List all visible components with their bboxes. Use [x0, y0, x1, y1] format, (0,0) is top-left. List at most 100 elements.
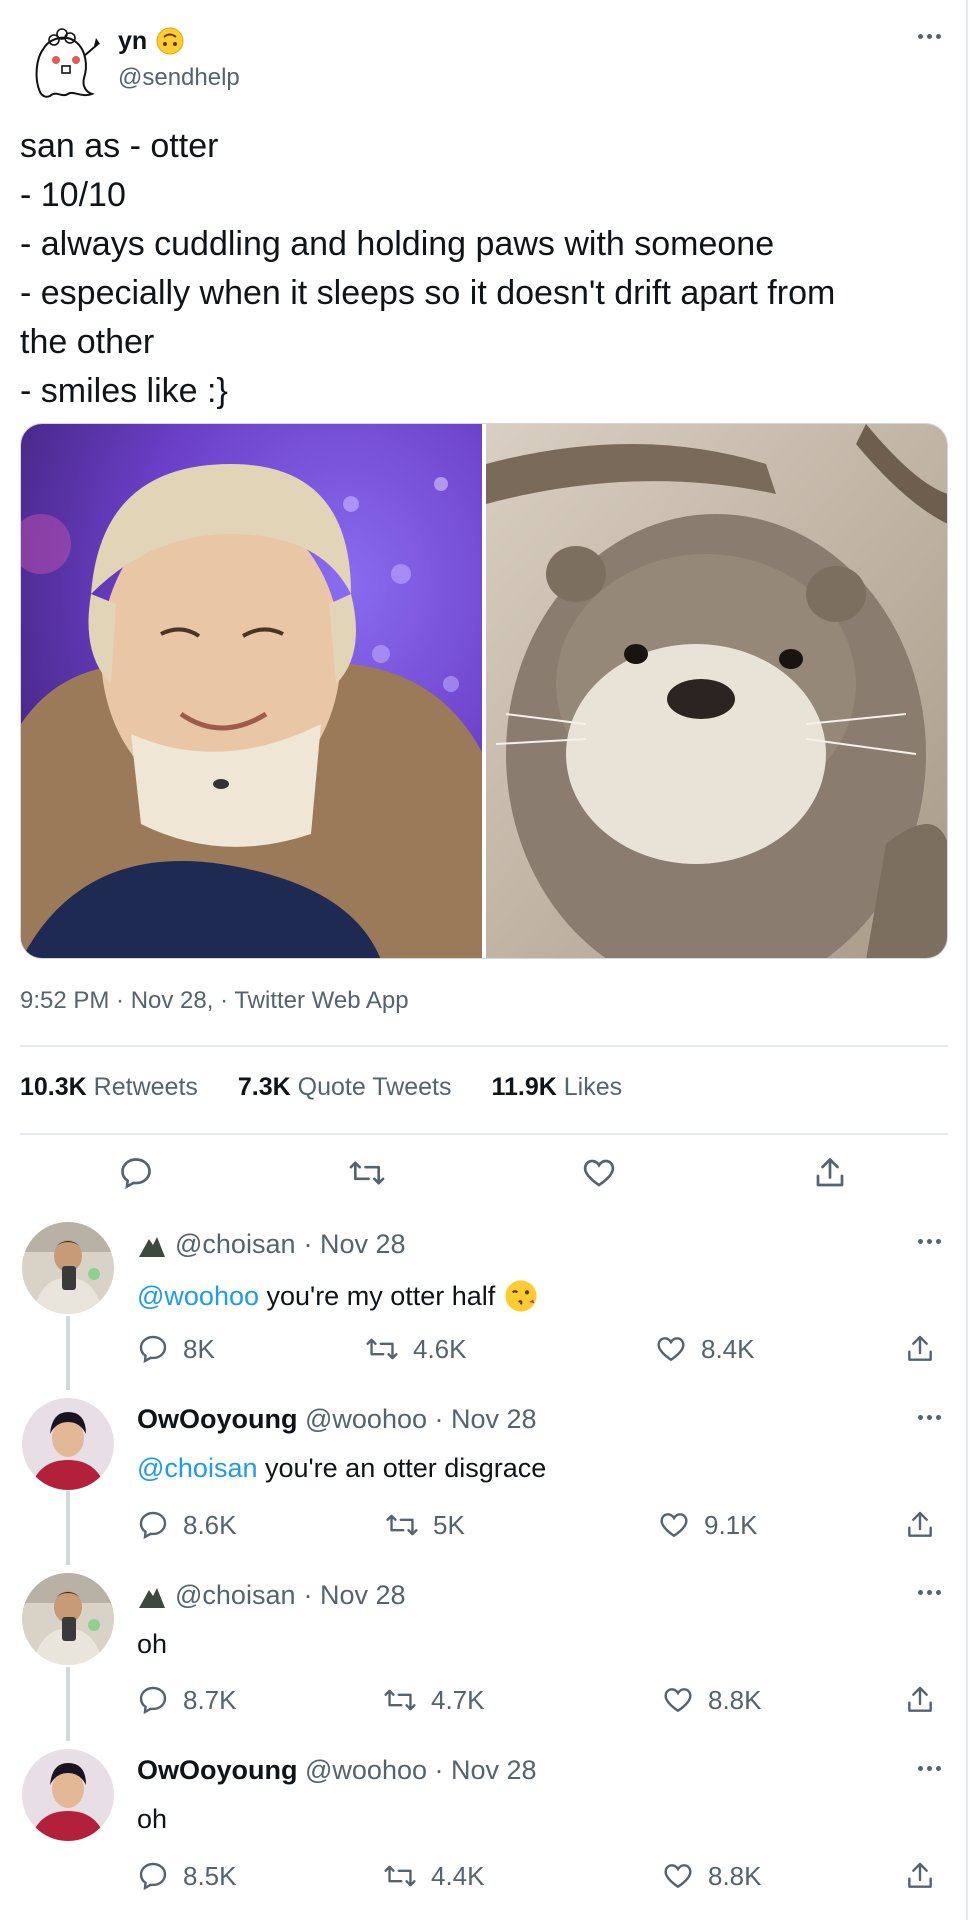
share-button[interactable] [904, 1333, 936, 1365]
reply-body: you're an otter disgrace [257, 1453, 547, 1483]
share-button[interactable] [904, 1860, 936, 1892]
reply-icon [139, 1686, 167, 1715]
like-count-value: 8.4K [701, 1333, 755, 1364]
author-handle[interactable]: @sendhelp [118, 64, 240, 92]
reply-handle[interactable]: @choisan [175, 1229, 295, 1260]
reply-icon [121, 1158, 151, 1189]
reply-count[interactable]: 8.7K [137, 1684, 237, 1716]
author-avatar[interactable] [22, 18, 104, 100]
more-icon[interactable] [918, 1590, 941, 1595]
retweets-stat[interactable]: 10.3K Retweets [20, 1073, 198, 1102]
reply-date[interactable]: · Nov 28 [303, 1229, 405, 1260]
reply-icon [139, 1862, 167, 1891]
retweet-count[interactable]: 4.4K [383, 1860, 485, 1892]
reply-date[interactable]: · Nov 28 [303, 1580, 405, 1611]
reply-handle[interactable]: @woohoo [305, 1755, 427, 1785]
avatar-illustration [22, 1749, 114, 1841]
reply-count-value: 8.6K [183, 1509, 237, 1540]
upside-down-face-emoji [156, 27, 184, 55]
reply-avatar[interactable] [22, 1222, 114, 1314]
retweets-label: Retweets [93, 1073, 198, 1101]
mountain-icon [139, 1236, 165, 1257]
photo-otter[interactable] [486, 424, 947, 958]
retweet-count-value: 4.7K [431, 1684, 485, 1715]
share-button[interactable] [904, 1684, 936, 1716]
reply-name[interactable]: OwOoyoung [137, 1755, 297, 1785]
reply-count-value: 8.5K [183, 1860, 237, 1891]
reply-text: @woohoo you're my otter half [137, 1278, 539, 1314]
photo-person[interactable] [21, 424, 483, 958]
likes-label: Likes [563, 1073, 623, 1101]
thread-line [66, 1667, 70, 1741]
person-illustration [21, 424, 483, 958]
reply-date[interactable]: · Nov 28 [435, 1404, 537, 1434]
like-count[interactable]: 8.8K [662, 1684, 762, 1716]
tweet-text: san as - otter - 10/10 - always cuddling… [20, 122, 835, 416]
mountain-icon [139, 1587, 165, 1608]
reply-icon [139, 1511, 167, 1540]
mention-link[interactable]: @choisan [137, 1453, 257, 1483]
reply-count[interactable]: 8.5K [137, 1860, 237, 1892]
more-icon[interactable] [918, 1766, 941, 1771]
reply-name[interactable]: OwOoyoung [137, 1404, 297, 1434]
tweet-line: - smiles like :} [20, 372, 228, 410]
share-button[interactable] [812, 1155, 848, 1191]
like-button[interactable] [580, 1155, 618, 1191]
otter-illustration [486, 424, 947, 958]
like-count-value: 9.1K [704, 1509, 758, 1540]
reply-count[interactable]: 8K [137, 1333, 215, 1365]
tweet-line: san as - otter [20, 127, 219, 165]
mention-link[interactable]: @woohoo [137, 1281, 259, 1312]
more-icon[interactable] [918, 34, 941, 39]
retweet-count[interactable]: 4.7K [383, 1684, 485, 1716]
reply-handle[interactable]: @woohoo [305, 1404, 427, 1434]
reply-text: @choisan you're an otter disgrace [137, 1453, 546, 1484]
tweet-timestamp[interactable]: 9:52 PM · Nov 28, · Twitter Web App [20, 987, 409, 1015]
retweet-count[interactable]: 5K [385, 1509, 465, 1541]
reply-count-value: 8.7K [183, 1684, 237, 1715]
like-count[interactable]: 8.8K [662, 1860, 762, 1892]
reply-count[interactable]: 8.6K [137, 1509, 237, 1541]
like-icon [583, 1159, 615, 1187]
quotes-label: Quote Tweets [297, 1073, 452, 1101]
reply-avatar[interactable] [22, 1749, 114, 1841]
tweet-line: - especially when it sleeps so it doesn'… [20, 274, 836, 312]
reply-text: oh [137, 1804, 167, 1835]
reply-count-value: 8K [183, 1333, 215, 1364]
like-count[interactable]: 8.4K [655, 1333, 755, 1365]
more-icon[interactable] [918, 1415, 941, 1420]
reply-button[interactable] [118, 1155, 154, 1191]
retweet-icon [366, 1338, 398, 1360]
reply-body: oh [137, 1629, 168, 1659]
tweet-line: - always cuddling and holding paws with … [20, 225, 775, 263]
reply-avatar[interactable] [22, 1398, 114, 1490]
share-icon [908, 1335, 932, 1361]
more-icon[interactable] [918, 1239, 941, 1244]
reply-header: OwOoyoung @woohoo · Nov 28 [137, 1755, 537, 1786]
tweet-media[interactable] [20, 423, 948, 959]
like-icon [664, 1864, 692, 1889]
thread-line [66, 1491, 70, 1565]
avatar-illustration [22, 1398, 114, 1490]
reply-handle[interactable]: @choisan [175, 1580, 295, 1611]
tweet-line: - 10/10 [20, 176, 126, 214]
retweet-count[interactable]: 4.6K [365, 1333, 467, 1365]
share-button[interactable] [904, 1509, 936, 1541]
avatar-illustration [22, 1222, 114, 1314]
share-icon [816, 1158, 844, 1187]
reply-header: @choisan · Nov 28 [137, 1580, 406, 1611]
author-name-row[interactable]: yn [118, 26, 185, 56]
like-icon [664, 1688, 692, 1713]
divider [20, 1045, 948, 1047]
retweet-count-value: 4.6K [413, 1333, 467, 1364]
reply-header: @choisan · Nov 28 [137, 1229, 406, 1260]
quotes-stat[interactable]: 7.3K Quote Tweets [238, 1073, 452, 1102]
kiss-emoji [505, 1280, 537, 1312]
like-count[interactable]: 9.1K [658, 1509, 758, 1541]
reply-avatar[interactable] [22, 1573, 114, 1665]
reply-body: oh [137, 1804, 168, 1834]
reply-date[interactable]: · Nov 28 [435, 1755, 537, 1785]
likes-stat[interactable]: 11.9K Likes [491, 1073, 622, 1102]
retweets-count: 10.3K [20, 1073, 87, 1101]
retweet-button[interactable] [348, 1155, 386, 1191]
